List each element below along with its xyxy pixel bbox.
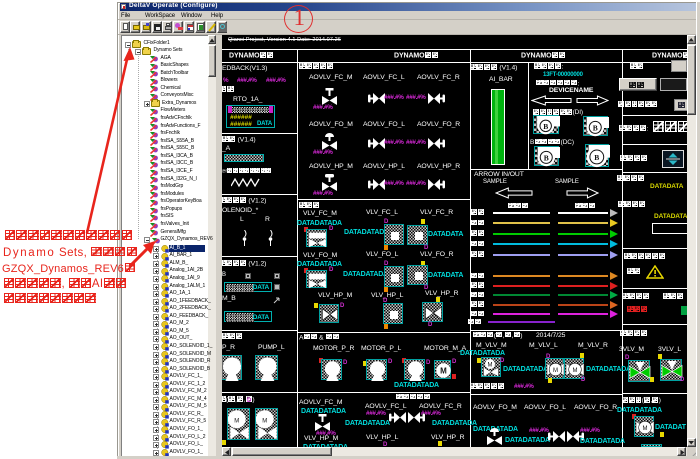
svg-text:B: B	[594, 153, 599, 162]
svg-text:M: M	[573, 368, 578, 374]
svg-text:B: B	[543, 122, 548, 131]
svg-text:B: B	[544, 153, 549, 162]
svg-text:M: M	[488, 363, 493, 369]
svg-text:B: B	[593, 123, 598, 132]
svg-text:M: M	[553, 368, 558, 374]
svg-text:M: M	[262, 418, 267, 424]
svg-text:M: M	[440, 366, 447, 375]
svg-text:M: M	[234, 418, 239, 424]
svg-text:M: M	[643, 426, 648, 432]
